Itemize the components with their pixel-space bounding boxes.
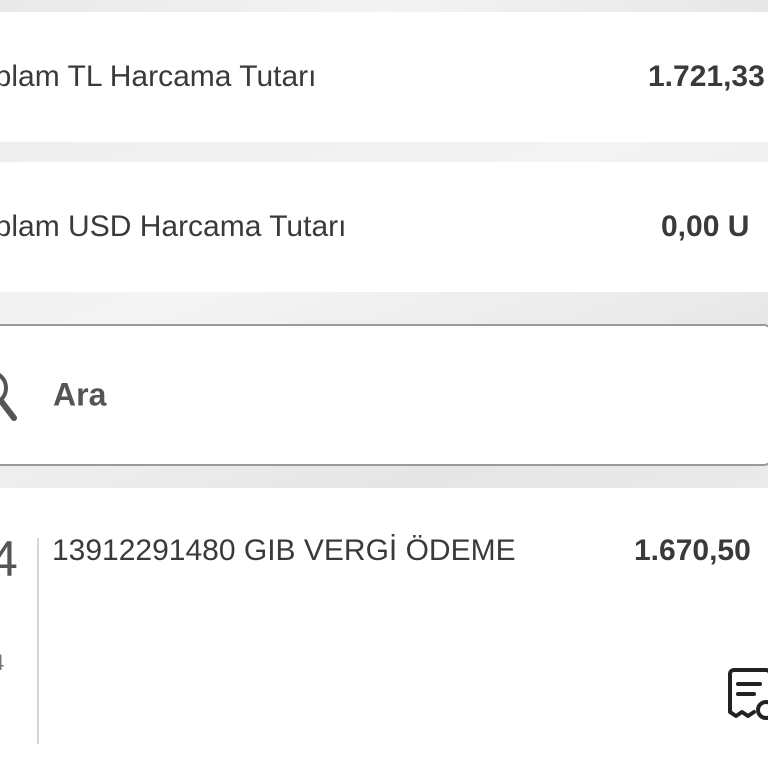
summary-usd-value: 0,00 U — [661, 210, 750, 243]
summary-card-usd: oplam USD Harcama Tutarı 0,00 U — [0, 162, 768, 292]
summary-usd-label: oplam USD Harcama Tutarı — [0, 210, 347, 243]
transaction-list-item[interactable] — [0, 488, 768, 768]
transaction-description: 13912291480 GIB VERGİ ÖDEME — [52, 534, 516, 567]
receipt-icon[interactable] — [726, 666, 768, 722]
top-card-edge — [0, 0, 768, 12]
transaction-month: 4 — [0, 650, 4, 676]
search-placeholder: Ara — [53, 376, 107, 413]
summary-tl-label: oplam TL Harcama Tutarı — [0, 60, 317, 93]
search-input[interactable]: Ara — [0, 324, 768, 466]
summary-card-tl: oplam TL Harcama Tutarı 1.721,33 — [0, 12, 768, 142]
transaction-day: 4 — [0, 531, 18, 587]
summary-tl-value: 1.721,33 — [648, 60, 765, 93]
page: oplam TL Harcama Tutarı 1.721,33 oplam U… — [0, 0, 768, 768]
transaction-amount: 1.670,50 — [634, 534, 751, 567]
search-icon — [0, 373, 17, 421]
transaction-divider — [37, 538, 39, 744]
